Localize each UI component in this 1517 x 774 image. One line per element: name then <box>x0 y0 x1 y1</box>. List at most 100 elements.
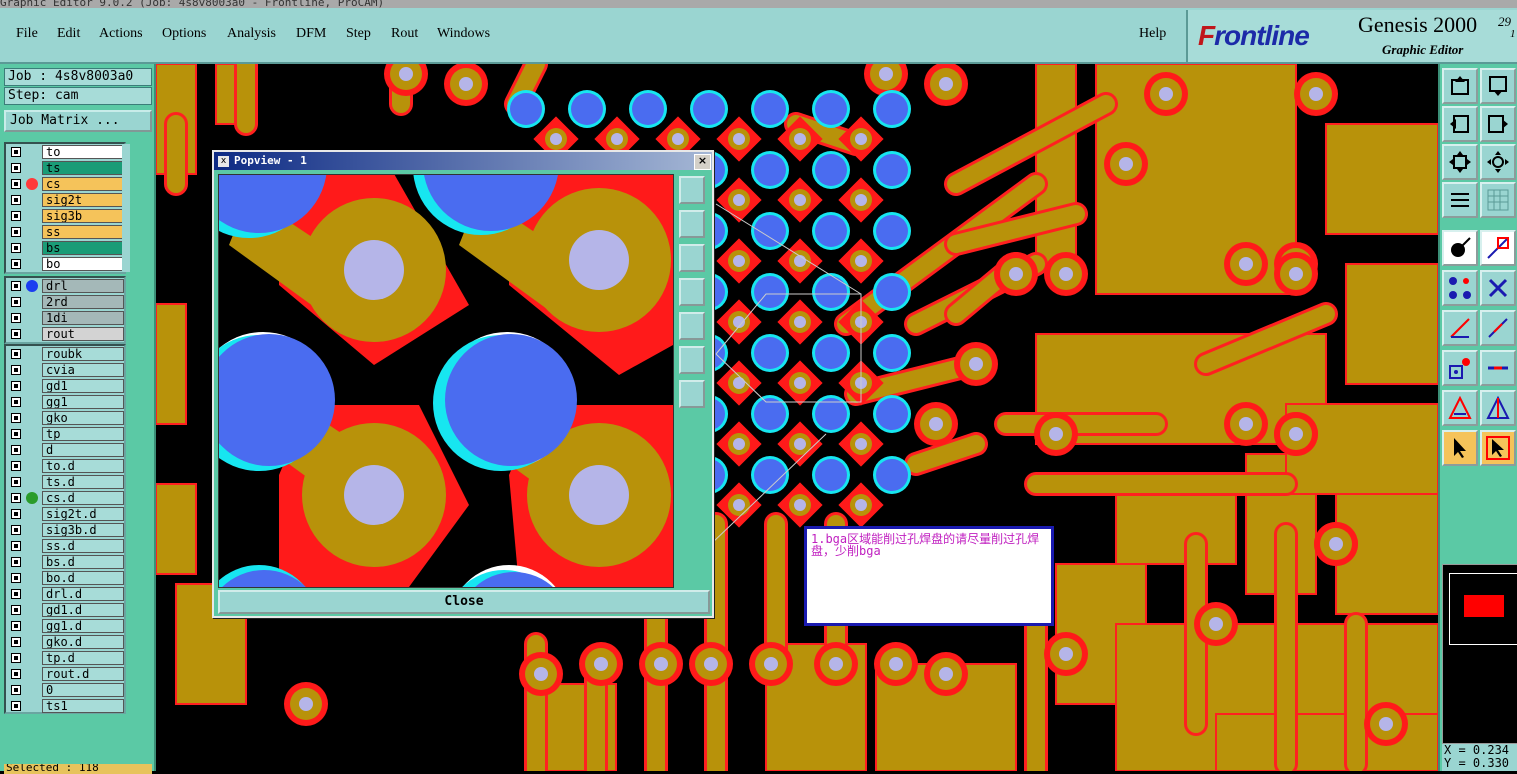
layer-name[interactable]: gko.d <box>42 635 124 649</box>
pan-right-icon[interactable] <box>1480 106 1516 142</box>
layer-row[interactable]: to.d <box>6 458 124 474</box>
layer-checkbox[interactable] <box>11 179 21 189</box>
zoom-home-icon[interactable] <box>679 176 705 204</box>
layer-row[interactable]: d <box>6 442 124 458</box>
layer-checkbox[interactable] <box>11 669 21 679</box>
zoom-fit-icon[interactable] <box>1442 144 1478 180</box>
layer-row[interactable]: sig3b <box>6 208 124 224</box>
layer-checkbox[interactable] <box>11 313 21 323</box>
layer-name[interactable]: bo.d <box>42 571 124 585</box>
polygon-icon[interactable] <box>1442 390 1478 426</box>
layer-checkbox[interactable] <box>11 637 21 647</box>
layer-checkbox[interactable] <box>11 557 21 567</box>
layer-name[interactable]: sig2t.d <box>42 507 124 521</box>
pan-down-icon[interactable] <box>1480 68 1516 104</box>
layer-row[interactable]: to <box>6 144 124 160</box>
cross-icon[interactable] <box>1480 270 1516 306</box>
layer-name[interactable]: tp.d <box>42 651 124 665</box>
layer-checkbox[interactable] <box>11 163 21 173</box>
layer-checkbox[interactable] <box>11 621 21 631</box>
layer-row[interactable]: gg1 <box>6 394 124 410</box>
layer-checkbox[interactable] <box>11 589 21 599</box>
layer-row[interactable]: 0 <box>6 682 124 698</box>
layer-row[interactable]: bs <box>6 240 124 256</box>
layer-name[interactable]: sig2t <box>42 193 124 207</box>
pan-left-icon[interactable] <box>1442 106 1478 142</box>
layer-checkbox[interactable] <box>11 477 21 487</box>
layer-row[interactable]: bo <box>6 256 124 272</box>
job-matrix-button[interactable]: Job Matrix ... <box>4 110 152 132</box>
layer-name[interactable]: tp <box>42 427 124 441</box>
layer-row[interactable]: cvia <box>6 362 124 378</box>
split-line-icon[interactable] <box>1480 350 1516 386</box>
layer-checkbox[interactable] <box>11 281 21 291</box>
delete-feature-icon[interactable] <box>1480 230 1516 266</box>
layer-checkbox[interactable] <box>11 461 21 471</box>
close-icon[interactable]: × <box>694 154 711 170</box>
layer-checkbox[interactable] <box>11 525 21 535</box>
popview-zoom-view[interactable] <box>218 174 674 588</box>
layer-name[interactable]: d <box>42 443 124 457</box>
layer-checkbox[interactable] <box>11 685 21 695</box>
layer-name[interactable]: gg1.d <box>42 619 124 633</box>
layer-checkbox[interactable] <box>11 243 21 253</box>
layer-checkbox[interactable] <box>11 573 21 583</box>
layer-checkbox[interactable] <box>11 227 21 237</box>
menu-step[interactable]: Step <box>346 26 371 42</box>
layer-name[interactable]: bs <box>42 241 124 255</box>
layer-checkbox[interactable] <box>11 349 21 359</box>
layer-row[interactable]: ts <box>6 160 124 176</box>
layer-checkbox[interactable] <box>11 493 21 503</box>
window-menu-icon[interactable]: x <box>218 156 229 167</box>
layer-row[interactable]: sig2t.d <box>6 506 124 522</box>
layer-checkbox[interactable] <box>11 329 21 339</box>
add-pad-icon[interactable] <box>1442 350 1478 386</box>
layer-row[interactable]: gko.d <box>6 634 124 650</box>
layer-row[interactable]: gg1.d <box>6 618 124 634</box>
pointer-box-icon[interactable] <box>1480 430 1516 466</box>
layer-name[interactable]: roubk <box>42 347 124 361</box>
menu-windows[interactable]: Windows <box>437 26 490 42</box>
layer-row[interactable]: tp.d <box>6 650 124 666</box>
layer-row[interactable]: ts.d <box>6 474 124 490</box>
layer-name[interactable]: ts1 <box>42 699 124 713</box>
layer-row[interactable]: ss.d <box>6 538 124 554</box>
menu-rout[interactable]: Rout <box>391 26 418 42</box>
layer-row[interactable]: 1di <box>6 310 124 326</box>
pan-down-icon[interactable] <box>679 244 705 272</box>
zoom-out-icon[interactable] <box>679 380 705 408</box>
layer-name[interactable]: cs <box>42 177 124 191</box>
grid-icon[interactable] <box>1480 182 1516 218</box>
layer-checkbox[interactable] <box>11 701 21 711</box>
layer-checkbox[interactable] <box>11 541 21 551</box>
layer-name[interactable]: gg1 <box>42 395 124 409</box>
layer-row[interactable]: roubk <box>6 346 124 362</box>
surface-icon[interactable] <box>1480 390 1516 426</box>
layer-row[interactable]: sig3b.d <box>6 522 124 538</box>
pan-left-icon[interactable] <box>679 278 705 306</box>
layer-name[interactable]: gko <box>42 411 124 425</box>
pointer-icon[interactable] <box>1442 430 1478 466</box>
layer-name[interactable]: cs.d <box>42 491 124 505</box>
layer-row[interactable]: ss <box>6 224 124 240</box>
layer-checkbox[interactable] <box>11 259 21 269</box>
layer-name[interactable]: 0 <box>42 683 124 697</box>
menu-options[interactable]: Options <box>162 26 206 42</box>
layer-name[interactable]: sig3b.d <box>42 523 124 537</box>
layer-checkbox[interactable] <box>11 605 21 615</box>
layer-name[interactable]: rout.d <box>42 667 124 681</box>
layer-name[interactable]: 1di <box>42 311 124 325</box>
layer-checkbox[interactable] <box>11 195 21 205</box>
layer-name[interactable]: gd1.d <box>42 603 124 617</box>
layer-row[interactable]: gko <box>6 410 124 426</box>
layer-row[interactable]: bs.d <box>6 554 124 570</box>
layer-row[interactable]: drl <box>6 278 124 294</box>
layer-row[interactable]: sig2t <box>6 192 124 208</box>
layer-row[interactable]: rout <box>6 326 124 342</box>
layer-name[interactable]: 2rd <box>42 295 124 309</box>
menu-help[interactable]: Help <box>1139 26 1166 42</box>
layer-checkbox[interactable] <box>11 365 21 375</box>
zoom-in-icon[interactable] <box>679 346 705 374</box>
layer-checkbox[interactable] <box>11 381 21 391</box>
layer-checkbox[interactable] <box>11 211 21 221</box>
